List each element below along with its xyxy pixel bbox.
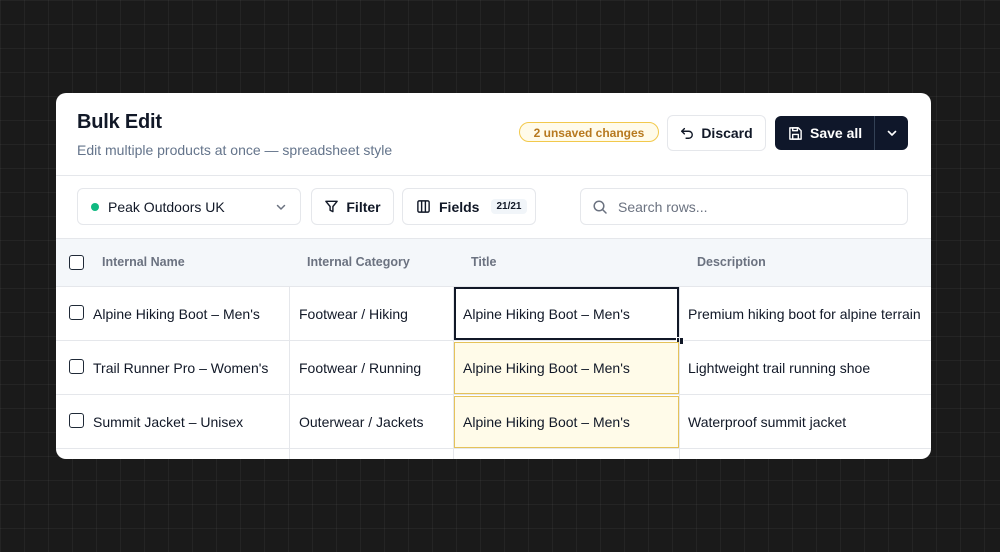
cell-internal-name[interactable]: Summit Jacket – Unisex xyxy=(93,395,289,448)
store-status-dot xyxy=(91,202,99,211)
row-checkbox[interactable] xyxy=(69,413,84,428)
cell-description[interactable]: Premium hiking boot for alpine terrain xyxy=(688,287,931,340)
filter-label: Filter xyxy=(346,198,381,215)
cell-internal-category[interactable]: Outerwear / Jackets xyxy=(299,395,453,448)
row-checkbox[interactable] xyxy=(69,359,84,374)
save-all-split-button: Save all xyxy=(775,116,908,150)
cell-description[interactable]: Waterproof summit jacket xyxy=(688,395,931,448)
discard-button[interactable]: Discard xyxy=(667,115,766,151)
filter-icon xyxy=(324,199,339,214)
bulk-edit-panel: Bulk Edit Edit multiple products at once… xyxy=(56,93,931,459)
column-divider xyxy=(453,287,454,459)
store-select[interactable]: Peak Outdoors UK xyxy=(77,188,301,225)
save-icon xyxy=(788,126,803,141)
page-title: Bulk Edit xyxy=(77,111,162,133)
select-all-checkbox[interactable] xyxy=(69,255,84,270)
unsaved-changes-badge: 2 unsaved changes xyxy=(519,122,659,142)
page-subtitle: Edit multiple products at once — spreads… xyxy=(77,142,393,158)
column-header-description[interactable]: Description xyxy=(697,239,766,288)
cell-internal-category[interactable]: Footwear / Running xyxy=(299,341,453,394)
table-header: Internal Name Internal Category Title De… xyxy=(56,238,931,287)
column-divider xyxy=(679,287,680,459)
fields-label: Fields xyxy=(439,198,480,215)
store-name: Peak Outdoors UK xyxy=(108,198,225,215)
search-input[interactable] xyxy=(616,197,907,216)
save-all-label: Save all xyxy=(810,125,863,141)
save-all-button[interactable]: Save all xyxy=(775,116,874,150)
column-header-internal-name[interactable]: Internal Name xyxy=(102,239,185,288)
cell-description[interactable]: Lightweight trail running shoe xyxy=(688,341,931,394)
cell-internal-category[interactable]: Footwear / Hiking xyxy=(299,287,453,340)
cell-internal-name[interactable]: Trail Runner Pro – Women's xyxy=(93,341,289,394)
column-divider xyxy=(289,287,290,459)
discard-label: Discard xyxy=(701,125,753,141)
fields-button[interactable]: Fields 21/21 xyxy=(402,188,536,225)
fields-count-badge: 21/21 xyxy=(491,199,527,214)
table-row: Alpine Hiking Boot – Men's Footwear / Hi… xyxy=(56,287,931,341)
save-options-dropdown-button[interactable] xyxy=(875,116,908,150)
search-box xyxy=(580,188,908,225)
table-row: Trail Runner Pro – Women's Footwear / Ru… xyxy=(56,341,931,395)
cell-internal-name[interactable]: Alpine Hiking Boot – Men's xyxy=(93,287,289,340)
column-header-internal-category[interactable]: Internal Category xyxy=(307,239,410,288)
cell-title-edited[interactable]: Alpine Hiking Boot – Men's xyxy=(454,396,679,448)
table-toolbar: Peak Outdoors UK Filter Fields 21/21 xyxy=(56,176,931,238)
panel-header: Bulk Edit Edit multiple products at once… xyxy=(56,93,931,176)
columns-icon xyxy=(416,199,431,214)
filter-button[interactable]: Filter xyxy=(311,188,394,225)
undo-icon xyxy=(680,126,694,140)
search-icon xyxy=(592,199,608,215)
chevron-down-icon xyxy=(275,201,287,213)
chevron-down-icon xyxy=(886,127,898,139)
table-row: Summit Jacket – Unisex Outerwear / Jacke… xyxy=(56,395,931,449)
cell-title-edited[interactable]: Alpine Hiking Boot – Men's xyxy=(454,342,679,394)
products-grid: Internal Name Internal Category Title De… xyxy=(56,238,931,459)
row-checkbox[interactable] xyxy=(69,305,84,320)
cell-title-active[interactable]: Alpine Hiking Boot – Men's xyxy=(454,287,679,340)
column-header-title[interactable]: Title xyxy=(471,239,496,288)
